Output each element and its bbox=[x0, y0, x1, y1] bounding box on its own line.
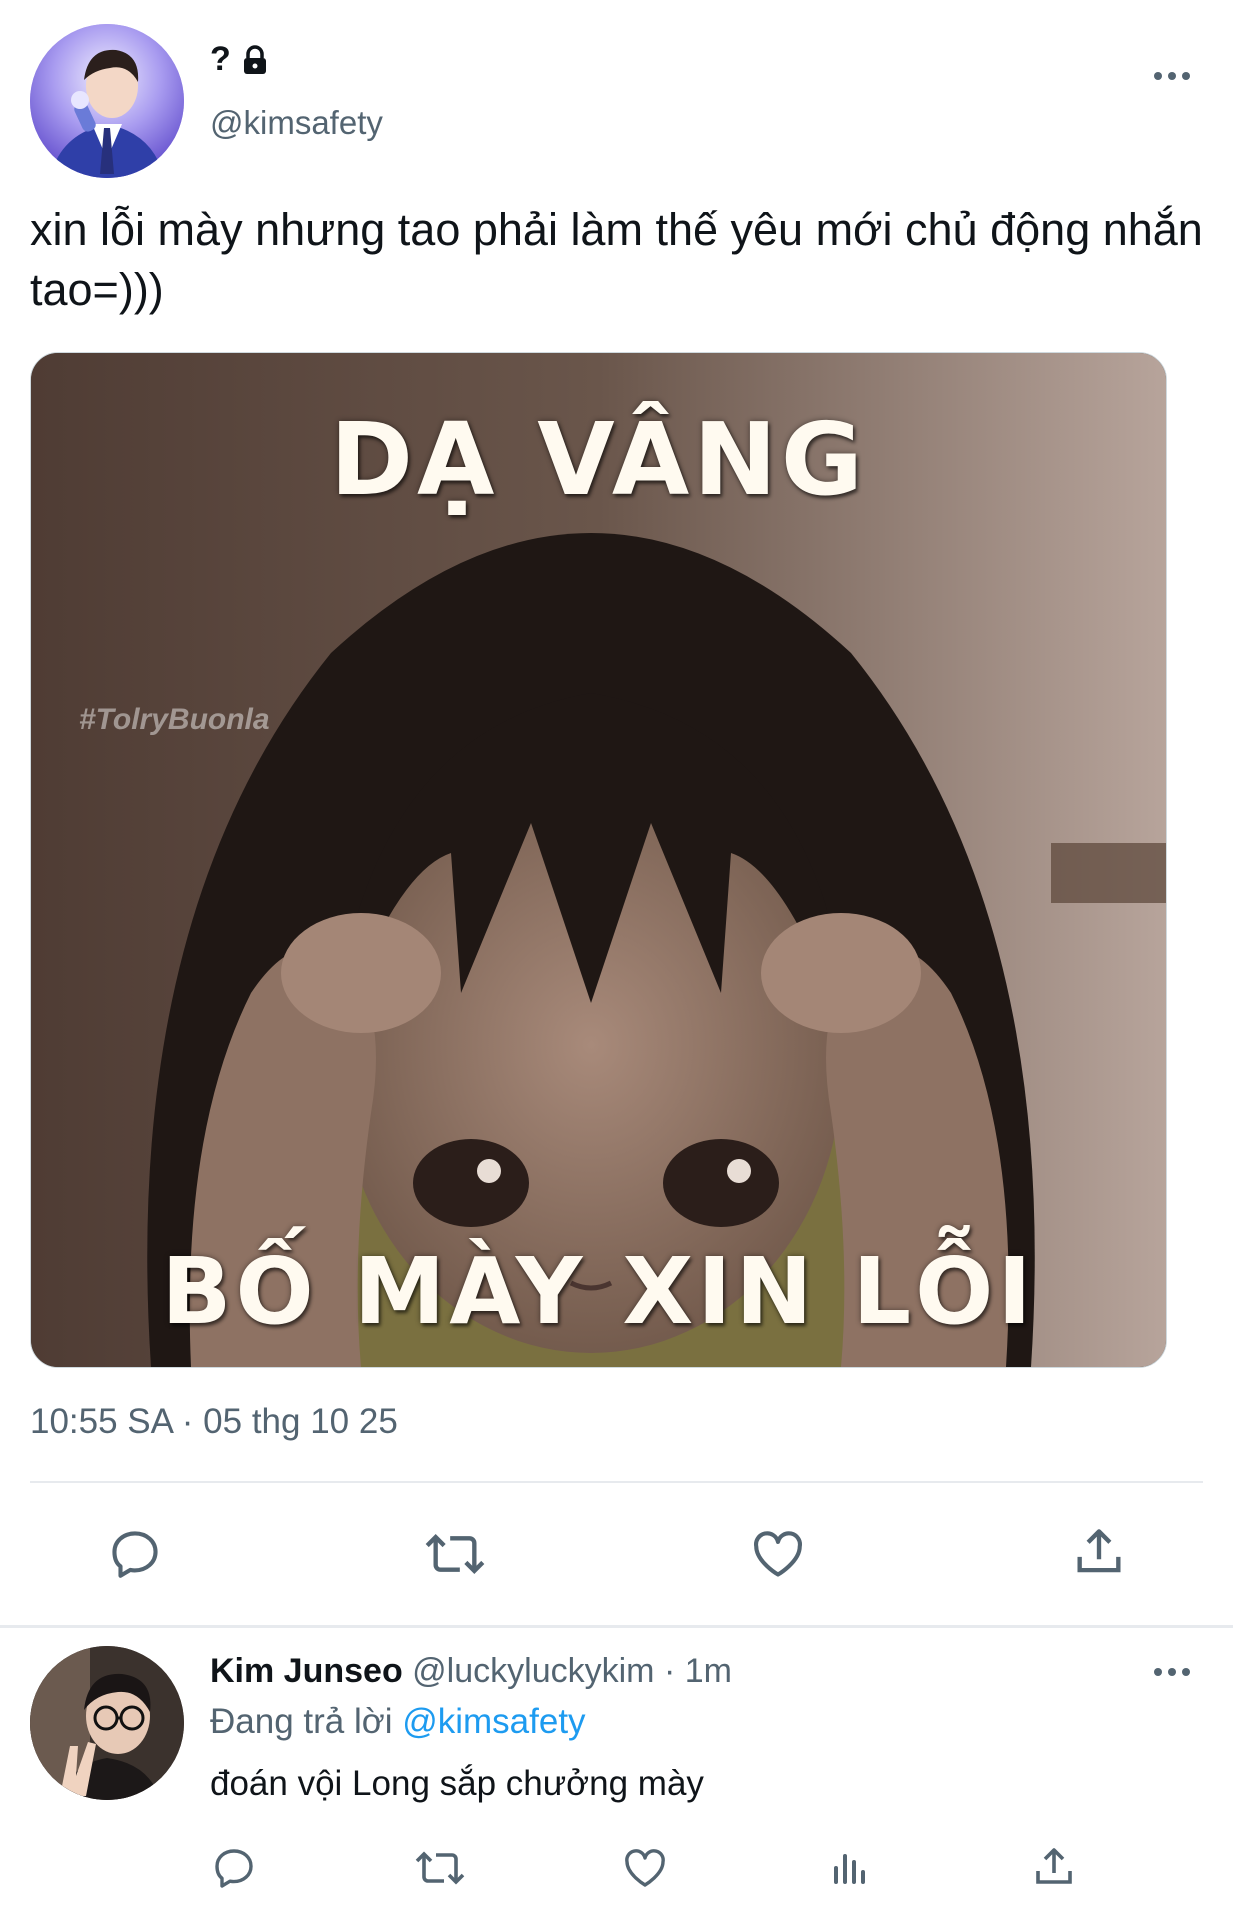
reply-handle[interactable]: @luckyluckykim bbox=[412, 1652, 654, 1690]
author-display-name[interactable]: ? bbox=[210, 40, 271, 79]
reply-retweet-icon[interactable] bbox=[411, 1844, 469, 1892]
tweet-timestamp[interactable]: 10:55 SA · 05 thg 10 25 bbox=[30, 1402, 398, 1442]
meme-top-caption: DẠ VÂNG bbox=[330, 401, 867, 518]
meme-bottom-caption: BỐ MÀY XIN LỖI bbox=[161, 1238, 1036, 1345]
reply-time[interactable]: · 1m bbox=[664, 1652, 732, 1690]
replying-to-label: Đang trả lời bbox=[210, 1702, 393, 1741]
reply-author-avatar[interactable] bbox=[30, 1646, 184, 1800]
reply-display-name[interactable]: Kim Junseo bbox=[210, 1652, 403, 1690]
reply-text: đoán vội Long sắp chưởng mày bbox=[210, 1764, 704, 1803]
replying-to: Đang trả lời @kimsafety bbox=[210, 1702, 586, 1742]
tweet-media[interactable]: DẠ VÂNG #TolryBuonla BỐ MÀY XIN LỖI bbox=[30, 352, 1167, 1368]
analytics-icon[interactable] bbox=[826, 1844, 874, 1892]
reply-more-options-icon[interactable] bbox=[1147, 1662, 1197, 1682]
display-name-text: ? bbox=[210, 40, 231, 78]
reply-like-icon[interactable] bbox=[620, 1844, 670, 1892]
meme-watermark: #TolryBuonla bbox=[79, 703, 270, 736]
reply-reply-icon[interactable] bbox=[210, 1844, 258, 1892]
share-icon[interactable] bbox=[1070, 1522, 1128, 1582]
section-divider bbox=[0, 1625, 1233, 1628]
lock-icon bbox=[239, 44, 271, 76]
replying-to-handle-link[interactable]: @kimsafety bbox=[402, 1702, 585, 1741]
reply-icon[interactable] bbox=[106, 1525, 164, 1583]
like-icon[interactable] bbox=[748, 1525, 808, 1583]
divider bbox=[30, 1481, 1203, 1483]
more-options-icon[interactable] bbox=[1147, 66, 1197, 86]
author-handle[interactable]: @kimsafety bbox=[210, 104, 383, 142]
tweet-text: xin lỗi mày nhưng tao phải làm thế yêu m… bbox=[30, 204, 1203, 315]
reply-share-icon[interactable] bbox=[1030, 1842, 1078, 1892]
retweet-icon[interactable] bbox=[420, 1525, 490, 1583]
author-avatar[interactable] bbox=[30, 24, 184, 178]
reply-header: Kim Junseo @luckyluckykim · 1m bbox=[210, 1652, 732, 1691]
